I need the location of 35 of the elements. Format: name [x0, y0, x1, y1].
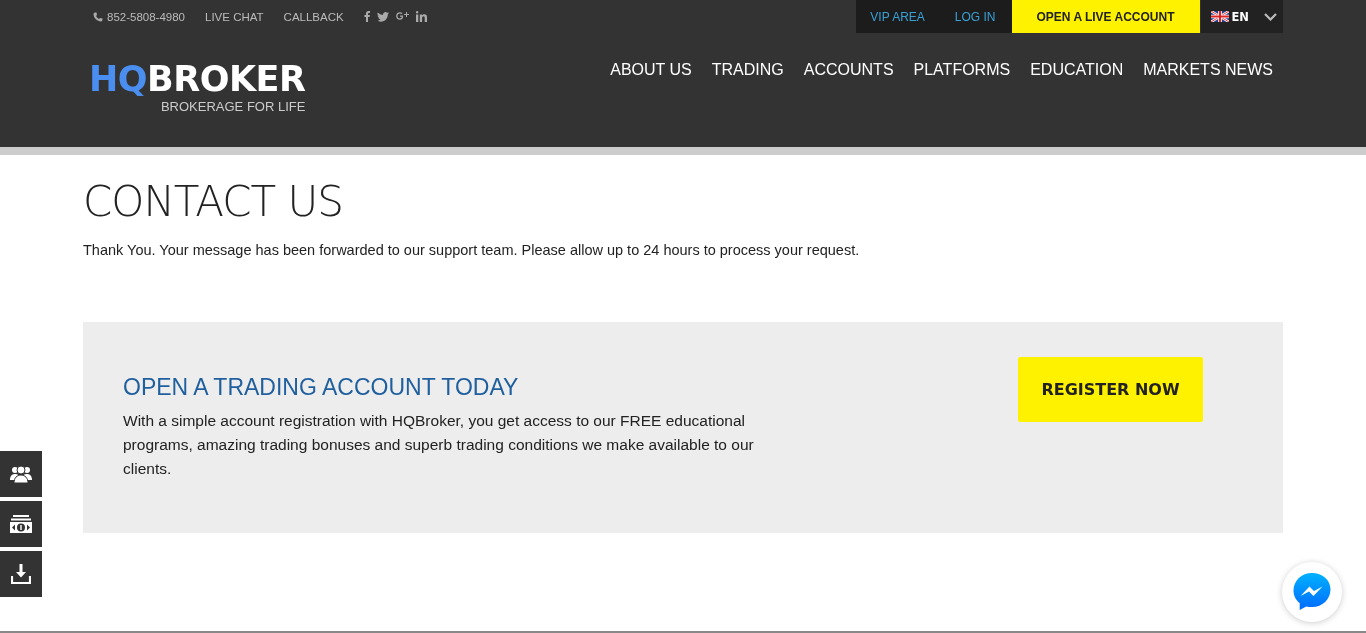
- confirmation-message: Thank You. Your message has been forwarded to our support team. Please allow up to 24 hours to process your request.: [83, 242, 861, 258]
- twitter-icon[interactable]: [376, 11, 389, 22]
- nav-link[interactable]: EDUCATION: [1030, 61, 1124, 79]
- promo-title: OPEN A TRADING ACCOUNT TODAY: [123, 374, 520, 401]
- download-icon: [11, 564, 31, 584]
- nav-link[interactable]: PLATFORMS: [913, 61, 1011, 79]
- nav-link[interactable]: TRADING: [711, 61, 784, 79]
- people-icon: [10, 465, 32, 483]
- nav-link[interactable]: ABOUT US: [610, 61, 692, 79]
- chat-button[interactable]: [1282, 562, 1342, 622]
- messenger-icon: [1292, 572, 1332, 612]
- page-title: CONTACT US: [83, 177, 344, 226]
- people-button[interactable]: [0, 451, 42, 497]
- logo-text[interactable]: HQBROKER: [89, 59, 306, 99]
- top-link[interactable]: CALLBACK: [283, 10, 344, 23]
- account-link[interactable]: VIP AREA: [870, 9, 925, 24]
- phone-icon: [93, 11, 103, 22]
- phone-number[interactable]: 852-5808-4980: [93, 10, 185, 23]
- register-button[interactable]: REGISTER NOW: [1018, 357, 1203, 422]
- account-link[interactable]: LOG IN: [954, 9, 996, 24]
- open-account-button[interactable]: OPEN A LIVE ACCOUNT: [1011, 0, 1200, 33]
- language-selector[interactable]: EN: [1199, 0, 1283, 33]
- google-plus-icon[interactable]: [395, 11, 409, 22]
- flag-icon: [1210, 11, 1229, 22]
- top-link[interactable]: LIVE CHAT: [205, 10, 264, 23]
- money-button[interactable]: [0, 501, 42, 547]
- facebook-icon[interactable]: [363, 11, 370, 22]
- chevron-down-icon: [1264, 12, 1277, 21]
- linkedin-icon[interactable]: [415, 11, 427, 22]
- nav-link[interactable]: MARKETS NEWS: [1143, 61, 1273, 79]
- promo-text: With a simple account registration with HQBroker, you get access to our FREE educational programs, amazing trading bonuses and superb trading conditions we make available to our clients.: [123, 411, 755, 479]
- money-icon: [10, 515, 32, 533]
- download-button[interactable]: [0, 551, 42, 597]
- nav-link[interactable]: ACCOUNTS: [803, 61, 894, 79]
- logo-tagline: BROKERAGE FOR LIFE: [160, 99, 306, 114]
